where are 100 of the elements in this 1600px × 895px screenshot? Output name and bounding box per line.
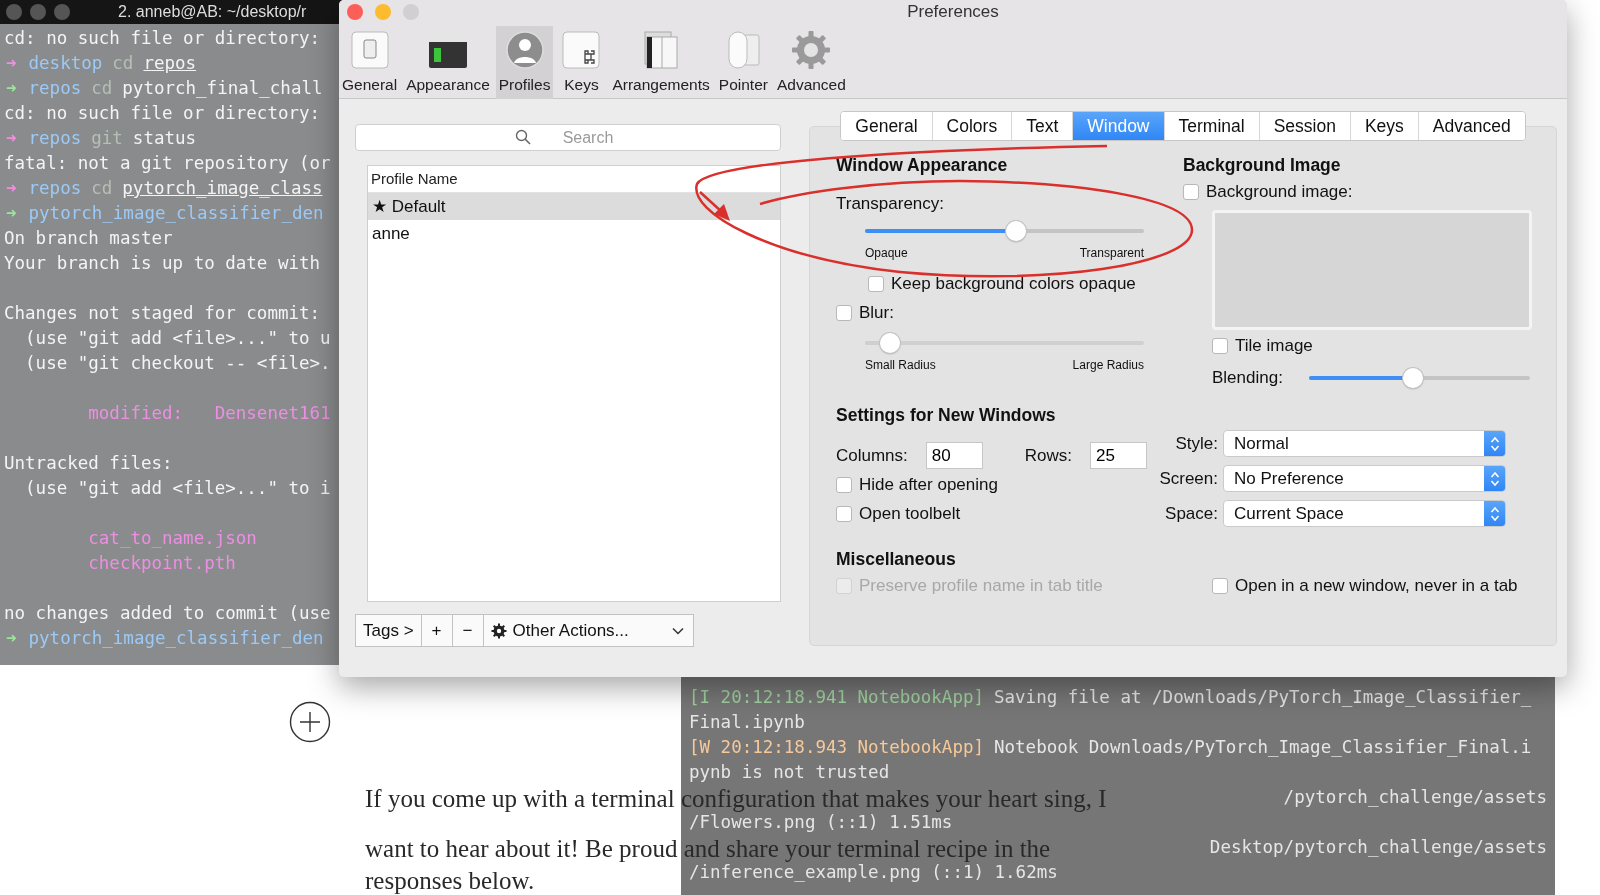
terminal-text: pytorch_final_chall [122, 78, 323, 98]
remove-button[interactable]: − [452, 614, 484, 647]
search-icon [515, 129, 531, 145]
section-heading: Window Appearance [836, 155, 1008, 176]
log-text: Notebook Downloads/PyTorch_Image_Classifier_Final.i [994, 737, 1532, 757]
window-title: 2. anneb@AB: ~/desktop/r [118, 3, 307, 21]
field-label: Rows: [1024, 445, 1073, 466]
close-button[interactable] [347, 4, 363, 20]
log-prefix: [W 20:12:18.943 NotebookApp] [689, 737, 984, 757]
terminal-text: cd: no such file or directory: [4, 28, 321, 48]
checkbox[interactable] [836, 477, 852, 493]
zoom-button[interactable] [54, 4, 70, 20]
terminal-text: repos [28, 78, 82, 98]
minimize-button[interactable] [375, 4, 391, 20]
prompt-arrow: ➜ [6, 203, 17, 223]
section-heading: Settings for New Windows [836, 405, 1056, 426]
section-heading: Miscellaneous [836, 549, 956, 570]
log-text: Saving file at /Downloads/PyTorch_Image_Classifier_ [994, 687, 1532, 707]
checkbox-label: Open in a new window, never in a tab [1235, 576, 1518, 596]
log-text: /pytorch_challenge/assets [1283, 787, 1547, 807]
add-icon[interactable] [289, 701, 331, 743]
checkbox-label: Hide after opening [859, 475, 998, 495]
popup-menu[interactable]: Normal [1223, 430, 1506, 457]
terminal-text: (use "git checkout -- <file>. [24, 353, 331, 373]
max-label: Transparent [1079, 246, 1144, 260]
checkbox[interactable] [1183, 184, 1199, 200]
toolbar-tab[interactable]: Profiles [495, 26, 554, 99]
slider-thumb[interactable] [880, 333, 901, 353]
toolbar-tab[interactable]: General [339, 26, 401, 99]
checkbox-label: Tile image [1235, 336, 1313, 356]
prompt-arrow: ➜ [6, 628, 17, 648]
log-prefix: [I 20:12:18.941 NotebookApp] [689, 687, 984, 707]
prompt-arrow: ➜ [6, 178, 17, 198]
rows-field[interactable]: 25 [1090, 442, 1148, 469]
checkbox[interactable] [868, 276, 884, 292]
blur-slider[interactable] [865, 332, 1144, 354]
profile-row[interactable]: anne [368, 220, 780, 247]
checkbox[interactable] [1212, 338, 1228, 354]
terminal-text: no changes added to commit (use [4, 603, 331, 623]
terminal-text: desktop [28, 53, 103, 73]
slider-thumb[interactable] [1402, 368, 1423, 388]
close-button[interactable] [6, 4, 22, 20]
image-well[interactable] [1212, 210, 1532, 330]
log-text: /inference_example.png (::1) 1.62ms [689, 862, 1058, 882]
minimize-button[interactable] [30, 4, 46, 20]
field-label: Screen: [1158, 468, 1218, 489]
tab[interactable]: Advanced [1417, 112, 1525, 140]
terminal-text: modified: Densenet161 [87, 403, 331, 423]
log-text: /Flowers.png (::1) 1.51ms [689, 812, 953, 832]
toolbar-tab[interactable]: Arrangements [609, 26, 713, 99]
terminal-text: repos [143, 53, 197, 73]
terminal-text: Your branch is up to date with [4, 253, 321, 273]
add-button[interactable]: + [421, 614, 453, 647]
section-heading: Background Image [1183, 155, 1341, 176]
gear-icon [490, 622, 507, 639]
annotation-arrow [699, 191, 730, 221]
prompt-arrow: ➜ [6, 78, 17, 98]
terminal-text: pytorch_image_classifier_den [28, 628, 324, 648]
terminal-text: repos [28, 128, 82, 148]
field-label: Columns: [836, 445, 908, 466]
popup-menu[interactable]: Current Space [1223, 500, 1506, 527]
actions-menu[interactable]: Other Actions... [483, 614, 694, 647]
terminal-text: (use "git add <file>..." to i [24, 478, 331, 498]
checkbox[interactable] [1212, 578, 1228, 594]
max-label: Large Radius [1072, 358, 1144, 372]
search-field[interactable]: Search [355, 124, 781, 151]
checkbox-label: Preserve profile name in tab title [859, 576, 1103, 596]
terminal-text: checkpoint.pth [87, 553, 236, 573]
blending-slider[interactable] [1308, 367, 1530, 389]
min-label: Opaque [865, 246, 908, 260]
popup-menu[interactable]: No Preference [1223, 465, 1506, 492]
tags-button[interactable]: Tags > [355, 614, 422, 647]
terminal-text: status [132, 128, 197, 148]
chevron-down-icon [671, 626, 684, 635]
checkbox[interactable] [836, 305, 852, 321]
checkbox[interactable] [836, 506, 852, 522]
toolbar-tab[interactable]: Keys [556, 26, 607, 99]
toolbar-tab[interactable]: Pointer [715, 26, 771, 99]
log-text: Desktop/pytorch_challenge/assets [1209, 837, 1547, 857]
stepper-icon [1489, 470, 1500, 487]
article-text: want to hear about it! Be proud and share your terminal recipe in the [365, 836, 1051, 862]
toolbar-tab[interactable]: Advanced [773, 26, 849, 99]
profile-row[interactable]: ★ Default [368, 193, 780, 220]
checkbox-label: Blur: [859, 303, 894, 323]
menu-label: Other Actions... [512, 620, 629, 641]
article-text: responses below. [365, 868, 535, 894]
field-label: Blending: [1212, 368, 1283, 388]
slider-thumb[interactable] [1005, 221, 1026, 241]
checkbox-label: Background image: [1206, 182, 1353, 202]
log-text: pynb is not trusted [689, 762, 890, 782]
log-text: Final.ipynb [689, 712, 805, 732]
field-label: Transparency: [836, 194, 945, 214]
toolbar-tab[interactable]: Appearance [403, 26, 493, 99]
prompt-arrow: ➜ [6, 53, 17, 73]
transparency-slider[interactable] [865, 220, 1144, 242]
stepper-icon [1489, 435, 1500, 452]
terminal-text: fatal: not a git repository (or [4, 153, 331, 173]
terminal-text: pytorch_image_classifier_den [28, 203, 324, 223]
columns-field[interactable]: 80 [925, 442, 983, 469]
checkbox-label: Keep background colors opaque [891, 274, 1136, 294]
